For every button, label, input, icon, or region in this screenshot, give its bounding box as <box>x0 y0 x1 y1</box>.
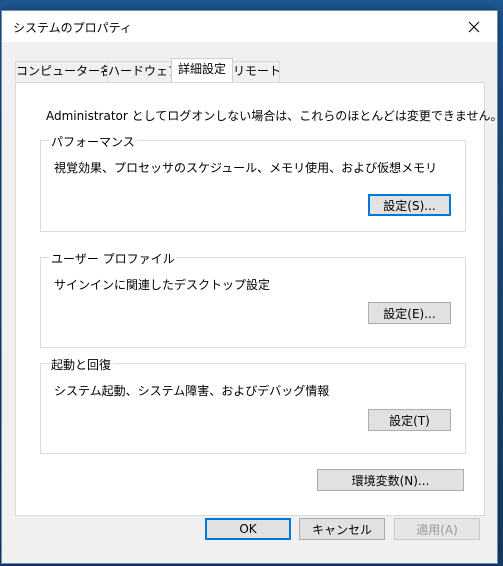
title-bar[interactable]: システムのプロパティ <box>2 11 497 42</box>
user-profile-group-title: ユーザー プロファイル <box>49 250 177 267</box>
tab-label: 詳細設定 <box>177 62 226 76</box>
user-profile-group: ユーザー プロファイル サインインに関連したデスクトップ設定 設定(E)... <box>40 250 466 348</box>
performance-group-title: パフォーマンス <box>49 133 137 150</box>
advanced-tab-panel: Administrator としてログオンしない場合は、これらのほとんどは変更で… <box>15 82 503 516</box>
performance-settings-button[interactable]: 設定(S)... <box>368 194 451 216</box>
startup-recovery-settings-button[interactable]: 設定(T) <box>368 409 451 431</box>
ok-button[interactable]: OK <box>205 518 291 540</box>
tab-computer-name[interactable]: コンピューター名 <box>15 61 112 81</box>
tab-advanced[interactable]: 詳細設定 <box>171 58 233 82</box>
tab-hardware[interactable]: ハードウェア <box>107 61 180 81</box>
window-title: システムのプロパティ <box>13 21 132 35</box>
system-properties-window: システムのプロパティ コンピューター名 ハードウェア 詳細設定 リモート Adm… <box>1 10 503 564</box>
tab-label: リモート <box>233 64 282 78</box>
admin-note: Administrator としてログオンしない場合は、これらのほとんどは変更で… <box>46 109 503 123</box>
performance-group: パフォーマンス 視覚効果、プロセッサのスケジュール、メモリ使用、および仮想メモリ… <box>40 133 466 232</box>
tab-remote[interactable]: リモート <box>232 61 282 81</box>
startup-recovery-group-title: 起動と回復 <box>49 356 114 373</box>
environment-variables-button[interactable]: 環境変数(N)... <box>317 469 464 491</box>
tab-label: ハードウェア <box>108 64 181 78</box>
user-profile-settings-button[interactable]: 設定(E)... <box>368 302 451 324</box>
user-profile-description: サインインに関連したデスクトップ設定 <box>54 278 271 292</box>
startup-recovery-group: 起動と回復 システム起動、システム障害、およびデバッグ情報 設定(T) <box>40 356 466 454</box>
close-icon <box>468 21 480 32</box>
startup-recovery-description: システム起動、システム障害、およびデバッグ情報 <box>54 384 330 398</box>
apply-button[interactable]: 適用(A) <box>394 518 480 540</box>
performance-description: 視覚効果、プロセッサのスケジュール、メモリ使用、および仮想メモリ <box>54 161 438 175</box>
close-button[interactable] <box>451 11 497 42</box>
tab-label: コンピューター名 <box>16 64 113 78</box>
cancel-button[interactable]: キャンセル <box>299 518 385 540</box>
